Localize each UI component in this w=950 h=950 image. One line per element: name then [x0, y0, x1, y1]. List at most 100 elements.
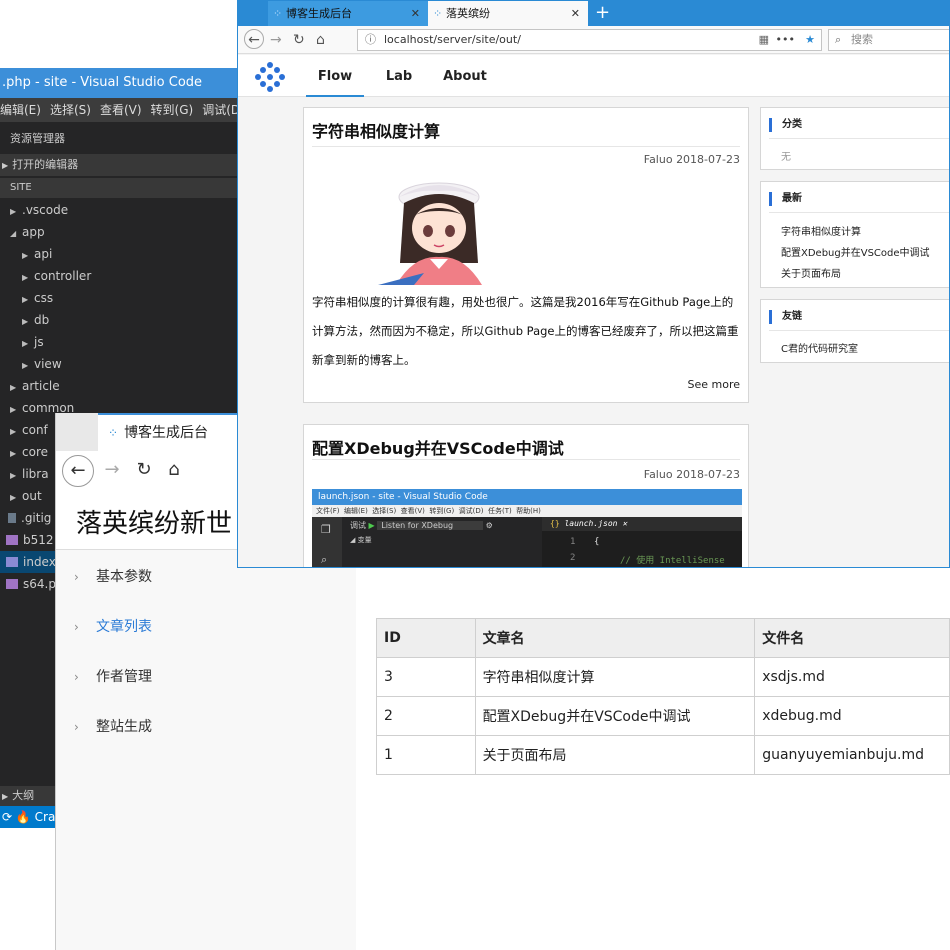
files-icon: ❐: [321, 523, 331, 536]
cell-id: 3: [376, 657, 476, 697]
widget-latest: 最新 字符串相似度计算 配置XDebug并在VSCode中调试 关于页面布局: [760, 181, 949, 288]
site-logo-icon[interactable]: [254, 61, 286, 93]
search-icon: ⌕: [321, 553, 328, 566]
tree-item-conf[interactable]: ▶ conf: [10, 419, 48, 441]
page-title: 落英缤纷新世: [76, 509, 233, 539]
chevron-right-icon: ›: [74, 620, 79, 634]
tree-item-view[interactable]: ▶ view: [22, 353, 62, 375]
widget-title: 分类: [769, 118, 802, 132]
tree-item-core[interactable]: ▶ core: [10, 441, 48, 463]
tree-item-out[interactable]: ▶ out: [10, 485, 42, 507]
forward-arrow-icon[interactable]: →: [270, 30, 282, 50]
latest-post-link[interactable]: 字符串相似度计算: [781, 223, 861, 238]
reload-icon[interactable]: ↻: [293, 30, 305, 50]
table-row[interactable]: 2 配置XDebug并在VSCode中调试 xdebug.md: [376, 696, 950, 736]
post-title[interactable]: 配置XDebug并在VSCode中调试: [312, 435, 564, 459]
embedded-titlebar: launch.json - site - Visual Studio Code: [312, 489, 742, 505]
close-icon[interactable]: ✕: [571, 1, 580, 26]
latest-post-link[interactable]: 配置XDebug并在VSCode中调试: [781, 244, 930, 259]
tree-item-article[interactable]: ▶ article: [10, 375, 60, 397]
post-illustration: [378, 182, 482, 285]
chevron-right-icon: ▶: [10, 493, 17, 502]
see-more-link[interactable]: See more: [687, 378, 740, 391]
info-icon[interactable]: ⓘ: [365, 30, 376, 50]
star-icon[interactable]: ★: [805, 30, 815, 50]
tree-item-css[interactable]: ▶ css: [22, 287, 53, 309]
divider: [312, 459, 740, 460]
post-title[interactable]: 字符串相似度计算: [312, 118, 440, 142]
cell-id: 2: [376, 696, 476, 736]
site-logo-icon: ⁘: [433, 7, 443, 20]
tab-luoying[interactable]: ⁘ 落英缤纷 ✕: [428, 1, 588, 26]
home-icon[interactable]: ⌂: [316, 30, 325, 50]
nav-about[interactable]: About: [440, 55, 490, 97]
qr-code-icon[interactable]: ▦: [759, 30, 769, 50]
post-screenshot: launch.json - site - Visual Studio Code …: [312, 489, 742, 567]
post-meta: Faluo 2018-07-23: [643, 468, 740, 481]
column-header-title: 文章名: [474, 618, 756, 658]
search-input[interactable]: ⌕ 搜索: [828, 29, 949, 51]
sidebar-item-article-list[interactable]: › 文章列表: [74, 616, 152, 636]
embedded-activitybar: ❐ ⌕: [312, 517, 342, 567]
divider: [312, 146, 740, 147]
sidebar-item-basic-params[interactable]: › 基本参数: [74, 566, 152, 586]
chevron-right-icon: ›: [74, 570, 79, 584]
latest-post-link[interactable]: 关于页面布局: [781, 265, 841, 280]
tree-item-app[interactable]: ◢ app: [10, 221, 45, 243]
menu-edit[interactable]: 编辑(E): [0, 103, 41, 117]
tree-item-b512[interactable]: b512: [6, 529, 54, 551]
firefox-toolbar: ← → ↻ ⌂ ⓘ localhost/server/site/out/ ▦ •…: [238, 26, 949, 54]
url-bar[interactable]: ⓘ localhost/server/site/out/ ▦ ••• ★: [357, 29, 822, 51]
nav-flow[interactable]: Flow: [306, 55, 364, 97]
chevron-right-icon: ▶: [22, 251, 29, 260]
chevron-right-icon: ▶: [22, 339, 29, 348]
back-arrow-icon[interactable]: ←: [62, 455, 94, 487]
more-icon[interactable]: •••: [776, 30, 795, 50]
new-tab-icon[interactable]: +: [595, 1, 610, 25]
site-logo-icon: ⁘: [273, 7, 283, 20]
chevron-right-icon: ▶: [22, 295, 29, 304]
tab-blog-admin[interactable]: ⁘ 博客生成后台 ✕: [268, 1, 428, 26]
home-icon[interactable]: ⌂: [158, 455, 190, 487]
back-arrow-icon[interactable]: ←: [244, 29, 264, 49]
close-icon[interactable]: ✕: [411, 1, 420, 26]
table-row[interactable]: 3 字符串相似度计算 xsdjs.md: [376, 657, 950, 697]
tree-item-gitignore[interactable]: .gitig: [8, 507, 51, 529]
vscode-menubar: 编辑(E) 选择(S) 查看(V) 转到(G) 调试(D: [0, 98, 240, 122]
file-icon: [8, 513, 16, 523]
chevron-down-icon: ◢: [10, 229, 17, 238]
chevron-right-icon: ▶: [10, 471, 17, 480]
site-folder-header[interactable]: SITE: [0, 178, 240, 198]
tree-item-s64[interactable]: s64.p: [6, 573, 56, 595]
sidebar-item-author-management[interactable]: › 作者管理: [74, 666, 152, 686]
sync-icon[interactable]: ⟳: [2, 810, 12, 824]
table-row[interactable]: 1 关于页面布局 guanyuyemianbuju.md: [376, 735, 950, 775]
sidebar-item-site-generate[interactable]: › 整站生成: [74, 716, 152, 736]
chevron-right-icon: ▶: [10, 427, 17, 436]
reload-icon[interactable]: ↻: [128, 455, 160, 487]
post-meta: Faluo 2018-07-23: [643, 153, 740, 166]
chevron-right-icon: ▶: [2, 792, 9, 801]
tree-item-controller[interactable]: ▶ controller: [22, 265, 91, 287]
chevron-right-icon: ▶: [22, 361, 29, 370]
nav-lab[interactable]: Lab: [378, 55, 420, 97]
cell-filename: guanyuyemianbuju.md: [754, 735, 950, 775]
post-excerpt: 字符串相似度的计算很有趣，用处也很广。这篇是我2016年写在Github Pag…: [312, 295, 739, 367]
friend-link[interactable]: C君的代码研究室: [781, 340, 858, 355]
tree-item-api[interactable]: ▶ api: [22, 243, 52, 265]
menu-select[interactable]: 选择(S): [50, 103, 91, 117]
menu-goto[interactable]: 转到(G): [151, 103, 194, 117]
chevron-right-icon: ›: [74, 670, 79, 684]
tree-item-js[interactable]: ▶ js: [22, 331, 44, 353]
menu-view[interactable]: 查看(V): [100, 103, 142, 117]
vscode-titlebar: .php - site - Visual Studio Code: [0, 68, 240, 98]
tree-item-db[interactable]: ▶ db: [22, 309, 49, 331]
forward-arrow-icon[interactable]: →: [96, 455, 128, 487]
divider: [769, 138, 949, 139]
menu-debug[interactable]: 调试(D: [202, 103, 240, 117]
open-editors-section[interactable]: ▶ 打开的编辑器: [0, 154, 240, 176]
cell-id: 1: [376, 735, 476, 775]
tree-item-vscode[interactable]: ▶ .vscode: [10, 199, 68, 221]
column-header-filename: 文件名: [754, 618, 950, 658]
tree-item-library[interactable]: ▶ libra: [10, 463, 49, 485]
